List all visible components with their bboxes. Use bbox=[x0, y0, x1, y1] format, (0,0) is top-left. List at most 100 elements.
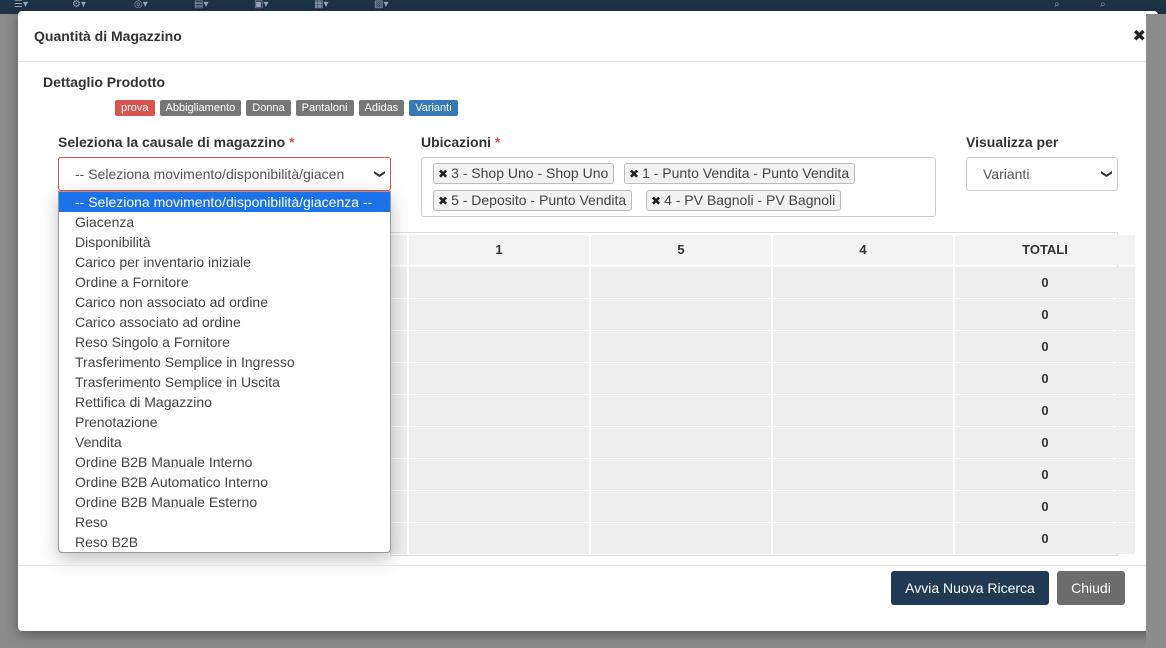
close-icon[interactable]: ✖ bbox=[1133, 26, 1146, 46]
dropdown-option[interactable]: Vendita bbox=[59, 432, 390, 452]
table-cell bbox=[591, 427, 771, 458]
chevron-down-icon: ❯ bbox=[1100, 169, 1113, 179]
modal-header: Quantità di Magazzino ✖ bbox=[18, 11, 1158, 62]
search-icon: ⌕ bbox=[1100, 0, 1106, 10]
table-cell bbox=[409, 267, 589, 298]
dropdown-option[interactable]: Reso bbox=[59, 512, 390, 532]
location-chip[interactable]: ✖ 4 - PV Bagnoli - PV Bagnoli bbox=[646, 190, 842, 211]
table-total-cell: 0 bbox=[955, 523, 1135, 554]
table-cell bbox=[591, 299, 771, 330]
close-button[interactable]: Chiudi bbox=[1057, 571, 1125, 605]
table-cell bbox=[391, 523, 407, 554]
table-total-cell: 0 bbox=[955, 491, 1135, 522]
table-header-cell: 4 bbox=[773, 235, 953, 265]
visualizza-select[interactable]: Varianti ❯ bbox=[966, 157, 1118, 191]
dropdown-option[interactable]: Ordine B2B Automatico Interno bbox=[59, 472, 390, 492]
remove-icon[interactable]: ✖ bbox=[651, 194, 661, 208]
dropdown-option[interactable]: Carico non associato ad ordine bbox=[59, 292, 390, 312]
tag-badge: Varianti bbox=[409, 100, 458, 116]
table-cell bbox=[591, 395, 771, 426]
visualizza-selected-value: Varianti bbox=[983, 166, 1030, 182]
table-cell bbox=[591, 491, 771, 522]
table-cell bbox=[391, 299, 407, 330]
table-cell bbox=[773, 427, 953, 458]
dropdown-option[interactable]: Rettifica di Magazzino bbox=[59, 392, 390, 412]
remove-icon[interactable]: ✖ bbox=[438, 194, 448, 208]
ubicazioni-label: Ubicazioni * bbox=[421, 134, 501, 150]
dropdown-option[interactable]: Ordine a Fornitore bbox=[59, 272, 390, 292]
visualizza-label: Visualizza per bbox=[966, 134, 1059, 150]
table-cell bbox=[391, 427, 407, 458]
table-cell bbox=[773, 331, 953, 362]
dropdown-option[interactable]: Trasferimento Semplice in Ingresso bbox=[59, 352, 390, 372]
dropdown-option[interactable]: Ordine B2B Manuale Interno bbox=[59, 452, 390, 472]
table-cell bbox=[591, 363, 771, 394]
tag-badge: Donna bbox=[246, 100, 291, 116]
dropdown-option[interactable]: Giacenza bbox=[59, 212, 390, 232]
tag-badge: Abbigliamento bbox=[159, 100, 242, 116]
location-chip[interactable]: ✖ 3 - Shop Uno - Shop Uno bbox=[433, 163, 615, 184]
ubicazioni-multiselect[interactable]: ✖ 3 - Shop Uno - Shop Uno ✖ 1 - Punto Vend… bbox=[421, 157, 936, 217]
table-cell bbox=[391, 363, 407, 394]
chevron-down-icon: ❯ bbox=[373, 169, 386, 179]
table-header-cell: 5 bbox=[591, 235, 771, 265]
table-cell bbox=[391, 267, 407, 298]
tag-badge: Adidas bbox=[358, 100, 405, 116]
remove-icon[interactable]: ✖ bbox=[629, 167, 639, 181]
table-header-cell: TOTALI bbox=[955, 235, 1135, 265]
table-cell bbox=[773, 395, 953, 426]
quantity-table: 1 5 4 TOTALI 0 0 0 0 0 0 0 0 0 bbox=[390, 232, 1135, 556]
tag-badge: prova bbox=[115, 100, 155, 116]
new-search-button[interactable]: Avvia Nuova Ricerca bbox=[891, 571, 1049, 605]
table-cell bbox=[391, 331, 407, 362]
table-cell bbox=[409, 523, 589, 554]
table-cell bbox=[773, 523, 953, 554]
document-icon: ▤▾ bbox=[194, 0, 209, 10]
dropdown-option[interactable]: Disponibilità bbox=[59, 232, 390, 252]
target-icon: ◎▾ bbox=[134, 0, 148, 10]
table-total-cell: 0 bbox=[955, 331, 1135, 362]
truck-icon: ▣▾ bbox=[254, 0, 269, 10]
table-cell bbox=[773, 299, 953, 330]
table-cell bbox=[409, 459, 589, 490]
location-chip[interactable]: ✖ 5 - Deposito - Punto Vendita bbox=[433, 190, 633, 211]
dropdown-option[interactable]: Carico per inventario iniziale bbox=[59, 252, 390, 272]
table-total-cell: 0 bbox=[955, 427, 1135, 458]
location-chip[interactable]: ✖ 1 - Punto Vendita - Punto Vendita bbox=[624, 163, 856, 184]
causale-select[interactable]: -- Seleziona movimento/disponibilità/gia… bbox=[58, 157, 391, 191]
product-detail-title: Dettaglio Prodotto bbox=[43, 74, 166, 90]
warehouse-quantity-modal: Quantità di Magazzino ✖ Dettaglio Prodot… bbox=[18, 11, 1158, 631]
dropdown-option[interactable]: Trasferimento Semplice in Uscita bbox=[59, 372, 390, 392]
dropdown-option[interactable]: Ordine B2B Manuale Esterno bbox=[59, 492, 390, 512]
table-cell bbox=[591, 331, 771, 362]
dropdown-option[interactable]: Prenotazione bbox=[59, 412, 390, 432]
table-total-cell: 0 bbox=[955, 363, 1135, 394]
table-cell bbox=[591, 267, 771, 298]
table-icon: ▦▾ bbox=[314, 0, 329, 10]
background-right-edge bbox=[1146, 14, 1166, 648]
table-cell bbox=[391, 491, 407, 522]
dropdown-option[interactable]: Reso B2B bbox=[59, 532, 390, 552]
dropdown-option[interactable]: -- Seleziona movimento/disponibilità/gia… bbox=[59, 192, 390, 212]
table-header-cell bbox=[391, 235, 407, 265]
causale-label: Seleziona la causale di magazzino * bbox=[58, 134, 295, 150]
table-total-cell: 0 bbox=[955, 459, 1135, 490]
table-cell bbox=[391, 395, 407, 426]
modal-title: Quantità di Magazzino bbox=[34, 28, 182, 44]
remove-icon[interactable]: ✖ bbox=[438, 167, 448, 181]
table-cell bbox=[409, 331, 589, 362]
table-cell bbox=[409, 491, 589, 522]
table-cell bbox=[591, 523, 771, 554]
dropdown-option[interactable]: Carico associato ad ordine bbox=[59, 312, 390, 332]
table-header-cell: 1 bbox=[409, 235, 589, 265]
clipboard-icon: ▧▾ bbox=[374, 0, 389, 10]
causale-selected-value: -- Seleziona movimento/disponibilità/gia… bbox=[75, 166, 345, 182]
table-cell bbox=[773, 491, 953, 522]
table-cell bbox=[591, 459, 771, 490]
dropdown-option[interactable]: Reso Singolo a Fornitore bbox=[59, 332, 390, 352]
table-cell bbox=[409, 395, 589, 426]
table-cell bbox=[409, 363, 589, 394]
table-cell bbox=[391, 459, 407, 490]
causale-dropdown-list[interactable]: -- Seleziona movimento/disponibilità/gia… bbox=[58, 191, 391, 553]
menu-icon: ☰▾ bbox=[14, 0, 28, 10]
